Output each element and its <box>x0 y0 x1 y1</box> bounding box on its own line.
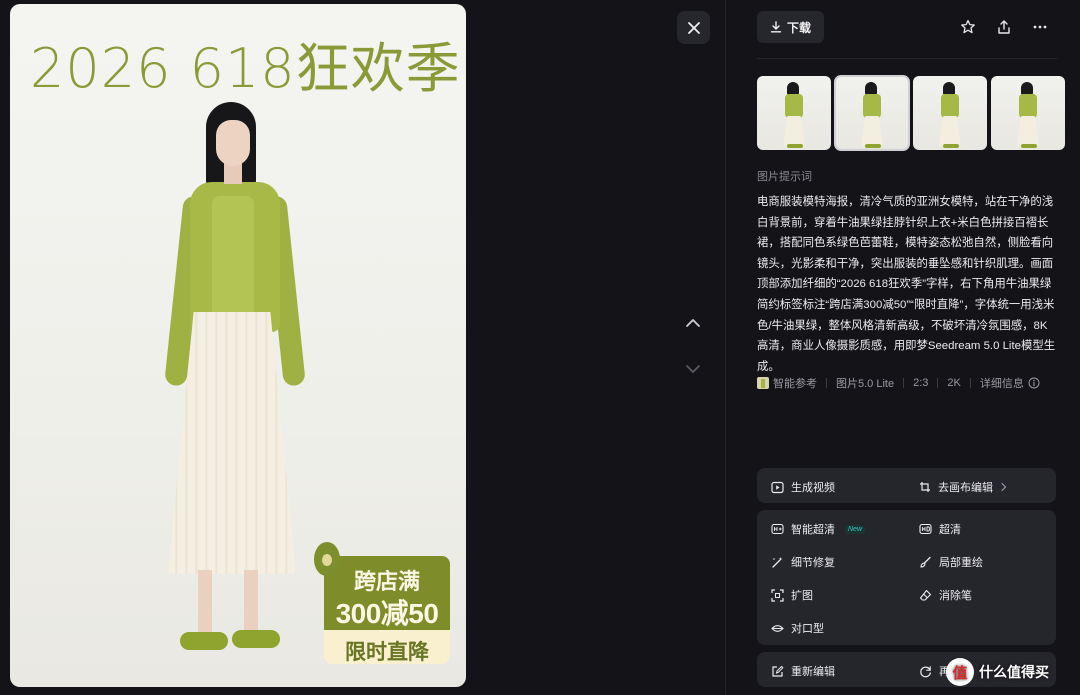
expand-image-label: 扩图 <box>791 590 813 602</box>
upscale-label: 超清 <box>939 524 961 536</box>
play-icon <box>771 481 784 493</box>
meta-model: 图片5.0 Lite <box>836 378 895 390</box>
next-image-button[interactable] <box>680 356 706 382</box>
hd-icon <box>919 523 932 535</box>
share-icon <box>998 20 1010 34</box>
expand-icon <box>771 588 784 602</box>
refresh-icon <box>920 665 931 677</box>
eraser-icon <box>919 589 932 601</box>
crop-icon <box>920 482 930 492</box>
action-card-tools: 智能超清 New 超清 细节修复 局部重绘 扩图 消除笔 对口型 <box>757 510 1056 645</box>
promo-line-3: 限时直降 <box>345 641 429 664</box>
lips-icon <box>771 624 784 632</box>
chevron-right-icon <box>1001 482 1007 492</box>
partial-redraw-label: 局部重绘 <box>939 557 983 569</box>
eraser-button[interactable]: 消除笔 <box>919 587 972 603</box>
model-figure <box>160 100 310 670</box>
expand-image-button[interactable]: 扩图 <box>771 587 813 603</box>
more-button[interactable] <box>1028 15 1052 39</box>
generation-meta: 智能参考 图片5.0 Lite 2:3 2K 详细信息 <box>757 375 1040 391</box>
meta-reference[interactable]: 智能参考 <box>773 375 817 391</box>
eraser-label: 消除笔 <box>939 590 972 602</box>
meta-resolution: 2K <box>947 377 961 389</box>
generate-video-label: 生成视频 <box>791 482 835 494</box>
detail-repair-label: 细节修复 <box>791 557 835 569</box>
favorite-button[interactable] <box>956 15 980 39</box>
close-button[interactable] <box>677 11 710 44</box>
action-card-primary: 生成视频 去画布编辑 <box>757 468 1056 503</box>
prompt-label: 图片提示词 <box>757 171 812 183</box>
thumbnail-3[interactable] <box>913 76 987 150</box>
reference-thumbnail <box>757 377 769 389</box>
smart-upscale-button[interactable]: 智能超清 New <box>771 521 866 537</box>
download-icon <box>770 21 782 33</box>
watermark-logo: 值 <box>946 658 974 686</box>
promo-tag: 跨店满 300减50 限时直降 <box>314 542 450 664</box>
hd-plus-icon <box>771 523 784 535</box>
detail-repair-button[interactable]: 细节修复 <box>771 554 835 570</box>
chevron-down-icon <box>686 365 700 373</box>
smart-upscale-label: 智能超清 <box>791 524 835 536</box>
panel-divider <box>725 0 726 695</box>
brush-icon <box>920 556 931 568</box>
info-icon[interactable] <box>1028 377 1040 389</box>
more-icon <box>1033 25 1047 29</box>
thumbnail-strip <box>757 75 1065 151</box>
download-label: 下载 <box>786 20 811 35</box>
chevron-up-icon <box>686 319 700 327</box>
lip-sync-button[interactable]: 对口型 <box>771 620 824 636</box>
share-button[interactable] <box>992 15 1016 39</box>
poster-title: 2026 618狂欢季 <box>30 37 461 100</box>
thumbnail-2[interactable] <box>834 75 910 151</box>
toolbar-divider <box>757 58 1057 59</box>
generated-image[interactable]: 2026 618狂欢季 跨店满 300减50 限时直降 <box>10 4 466 687</box>
image-viewer: 2026 618狂欢季 跨店满 300减50 限时直降 下载 图片提示词 电商服… <box>0 0 1080 695</box>
canvas-edit-label: 去画布编辑 <box>938 482 993 494</box>
promo-line-2: 300减50 <box>335 598 439 629</box>
lip-sync-label: 对口型 <box>791 623 824 635</box>
re-edit-button[interactable]: 重新编辑 <box>771 663 835 679</box>
star-icon <box>961 19 975 34</box>
generate-video-button[interactable]: 生成视频 <box>771 479 835 495</box>
thumbnail-4[interactable] <box>991 76 1065 150</box>
re-edit-label: 重新编辑 <box>791 666 835 678</box>
canvas-edit-button[interactable]: 去画布编辑 <box>919 479 1008 495</box>
close-icon <box>687 21 700 34</box>
magic-wand-icon <box>772 556 783 568</box>
upscale-button[interactable]: 超清 <box>919 521 961 537</box>
prompt-text: 电商服装模特海报，清冷气质的亚洲女模特，站在干净的浅白背景前，穿着牛油果绿挂脖针… <box>757 196 1056 373</box>
previous-image-button[interactable] <box>680 310 706 336</box>
download-button[interactable]: 下载 <box>757 11 824 43</box>
new-badge: New <box>845 524 866 534</box>
meta-ratio: 2:3 <box>913 377 929 389</box>
thumbnail-1[interactable] <box>757 76 831 150</box>
site-watermark: 值 什么值得买 <box>946 656 1049 688</box>
edit-icon <box>772 665 784 677</box>
watermark-text: 什么值得买 <box>979 664 1049 680</box>
partial-redraw-button[interactable]: 局部重绘 <box>919 554 983 570</box>
meta-details-link[interactable]: 详细信息 <box>980 375 1024 391</box>
